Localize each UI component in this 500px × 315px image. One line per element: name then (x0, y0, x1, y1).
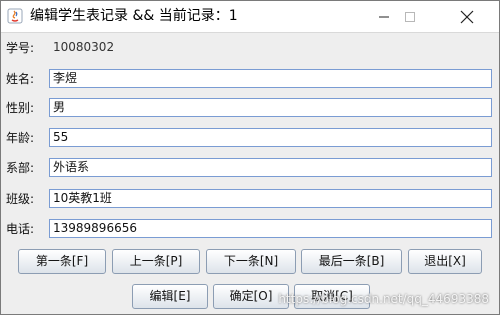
age-label: 年龄: (6, 131, 35, 145)
department-field[interactable]: 外语系 (49, 158, 492, 177)
phone-label: 电话: (6, 222, 35, 236)
row-student-id: 学号: 10080302 (1, 38, 499, 59)
student-id-label: 学号: (6, 41, 35, 55)
edit-student-window: 编辑学生表记录 && 当前记录：1 学号: 10080302 姓名: 李煜 性别… (0, 0, 500, 315)
csdn-watermark: https://blog.csdn.net/qq_44693388 (278, 292, 489, 306)
maximize-button[interactable] (387, 1, 433, 32)
close-button[interactable] (444, 1, 490, 32)
row-name: 姓名: 李煜 (1, 69, 499, 90)
name-label: 姓名: (6, 72, 35, 86)
class-field[interactable]: 10英教1班 (49, 189, 492, 208)
department-label: 系部: (6, 161, 35, 175)
row-gender: 性别: 男 (1, 98, 499, 119)
age-field[interactable]: 55 (49, 128, 492, 147)
class-label: 班级: (6, 192, 35, 206)
prev-record-button[interactable]: 上一条[P] (112, 249, 200, 274)
title-bar: 编辑学生表记录 && 当前记录：1 (1, 1, 499, 33)
first-record-button[interactable]: 第一条[F] (18, 249, 106, 274)
student-id-field: 10080302 (49, 38, 492, 57)
name-field[interactable]: 李煜 (49, 69, 492, 88)
last-record-button[interactable]: 最后一条[B] (301, 249, 402, 274)
gender-field[interactable]: 男 (49, 98, 492, 117)
java-app-icon (7, 8, 23, 24)
row-phone: 电话: 13989896656 (1, 219, 499, 240)
row-class: 班级: 10英教1班 (1, 189, 499, 210)
next-record-button[interactable]: 下一条[N] (206, 249, 296, 274)
edit-button[interactable]: 编辑[E] (132, 284, 208, 309)
phone-field[interactable]: 13989896656 (49, 219, 492, 238)
window-title: 编辑学生表记录 && 当前记录：1 (30, 8, 238, 24)
exit-button[interactable]: 退出[X] (408, 249, 482, 274)
row-age: 年龄: 55 (1, 128, 499, 149)
row-department: 系部: 外语系 (1, 158, 499, 179)
close-icon (460, 10, 474, 23)
maximize-icon (405, 11, 415, 22)
gender-label: 性别: (6, 101, 35, 115)
